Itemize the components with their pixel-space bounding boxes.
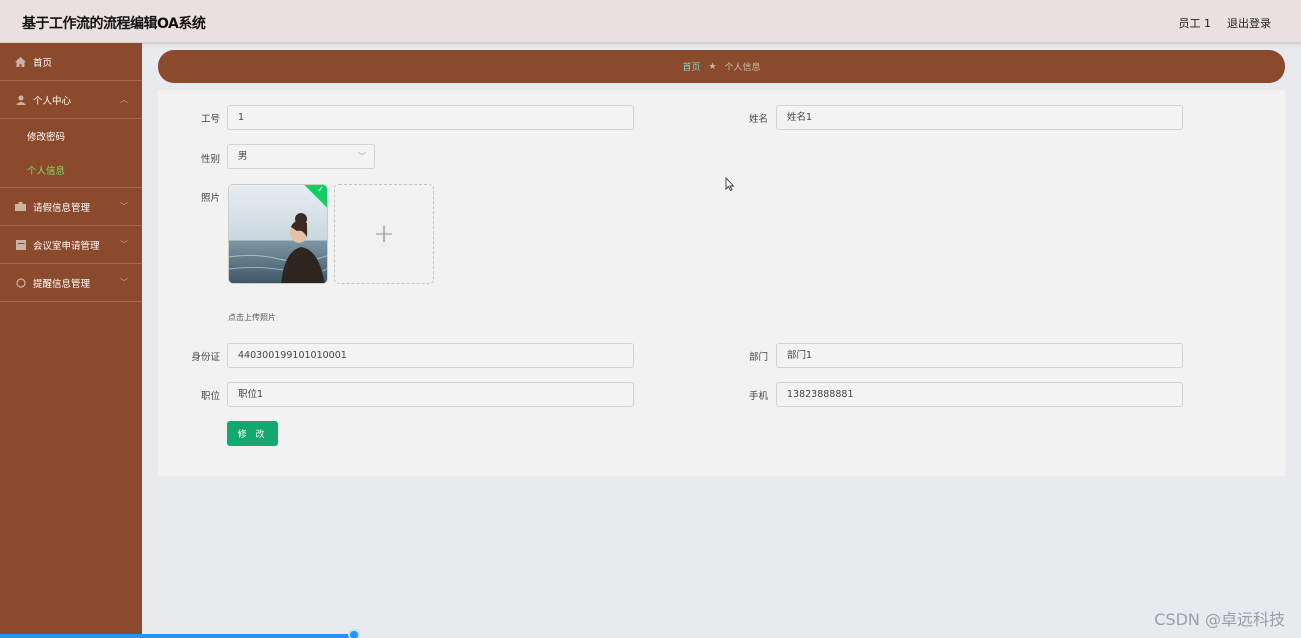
gender-label: 性别 <box>200 154 220 165</box>
photo-thumbnail[interactable]: ✓ <box>228 184 328 284</box>
sidebar: 首页 个人中心 ︿ 修改密码 个人信息 请假信息管理 ﹀ 会议室申请管理 ﹀ 提… <box>0 43 142 638</box>
sidebar-item-label: 提醒信息管理 <box>33 278 91 290</box>
phone-input[interactable]: 13823888881 <box>776 382 1183 407</box>
chevron-down-icon: ﹀ <box>120 278 128 287</box>
breadcrumb-separator: ★ <box>708 61 717 72</box>
gender-select[interactable]: 男 ﹀ <box>227 144 375 169</box>
calendar-icon <box>15 239 26 250</box>
sidebar-item-meeting-room[interactable]: 会议室申请管理 ﹀ <box>0 226 142 264</box>
gender-selected-value: 男 <box>238 151 248 162</box>
mouse-cursor-icon <box>725 177 735 191</box>
top-bar: 基于工作流的流程编辑OA系统 员工 1 退出登录 <box>0 0 1301 43</box>
breadcrumb: 首页 ★ 个人信息 <box>158 50 1285 83</box>
video-progress-bar[interactable] <box>0 634 355 638</box>
id-card-label: 身份证 <box>191 352 220 363</box>
name-label: 姓名 <box>748 114 768 125</box>
breadcrumb-current: 个人信息 <box>724 63 761 73</box>
home-icon <box>15 56 26 67</box>
sidebar-item-change-password[interactable]: 修改密码 <box>0 119 142 153</box>
portrait-image <box>229 185 327 283</box>
id-card-input[interactable]: 440300199101010001 <box>227 343 634 368</box>
personal-info-form: 工号 1 姓名 姓名1 性别 男 ﹀ 照片 ✓ + 点击上传照片 身份证 440… <box>158 90 1285 476</box>
check-icon: ✓ <box>317 185 324 194</box>
chevron-down-icon: ﹀ <box>120 202 128 211</box>
position-input[interactable]: 职位1 <box>227 382 634 407</box>
chevron-up-icon: ︿ <box>120 95 128 104</box>
sidebar-item-reminder[interactable]: 提醒信息管理 ﹀ <box>0 264 142 302</box>
sidebar-item-label: 请假信息管理 <box>33 202 91 214</box>
sidebar-item-leave-management[interactable]: 请假信息管理 ﹀ <box>0 188 142 226</box>
circle-icon <box>15 277 26 288</box>
chevron-down-icon: ﹀ <box>120 240 128 249</box>
sidebar-item-label: 个人中心 <box>33 95 72 107</box>
chevron-down-icon: ﹀ <box>358 152 366 161</box>
employee-no-input[interactable]: 1 <box>227 105 634 130</box>
breadcrumb-home[interactable]: 首页 <box>682 60 700 73</box>
watermark: CSDN @卓远科技 <box>1154 610 1285 629</box>
name-input[interactable]: 姓名1 <box>776 105 1183 130</box>
photo-label: 照片 <box>200 193 220 204</box>
sidebar-item-label: 会议室申请管理 <box>33 240 100 252</box>
current-user: 员工 1 <box>1178 17 1212 30</box>
plus-icon: + <box>373 219 395 249</box>
sidebar-item-home[interactable]: 首页 <box>0 43 142 81</box>
modify-button[interactable]: 修 改 <box>227 421 278 446</box>
app-title: 基于工作流的流程编辑OA系统 <box>22 16 206 32</box>
briefcase-icon <box>15 201 26 212</box>
sidebar-item-personal-info[interactable]: 个人信息 <box>0 153 142 187</box>
sidebar-item-personal-center[interactable]: 个人中心 ︿ <box>0 81 142 119</box>
employee-no-label: 工号 <box>200 114 220 125</box>
photo-upload-button[interactable]: + <box>334 184 434 284</box>
department-input[interactable]: 部门1 <box>776 343 1183 368</box>
progress-handle[interactable] <box>348 629 360 638</box>
position-label: 职位 <box>200 391 220 402</box>
photo-upload-hint: 点击上传照片 <box>228 313 276 322</box>
sidebar-item-label: 首页 <box>33 57 53 69</box>
logout-link[interactable]: 退出登录 <box>1227 15 1271 31</box>
user-icon <box>15 94 26 105</box>
phone-label: 手机 <box>748 391 768 402</box>
submenu-personal-center: 修改密码 个人信息 <box>0 119 142 188</box>
department-label: 部门 <box>748 352 768 363</box>
